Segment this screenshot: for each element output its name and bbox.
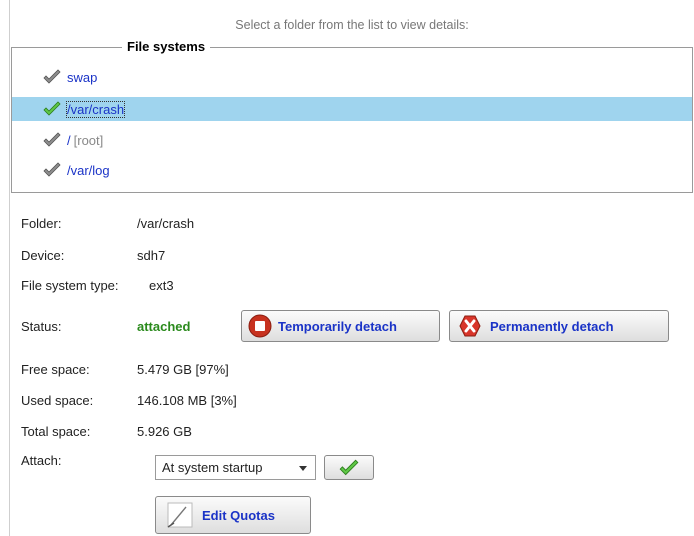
filesystem-label: / xyxy=(67,132,71,148)
chevron-down-icon xyxy=(299,466,307,471)
checkmark-icon xyxy=(43,101,61,116)
status-value: attached xyxy=(137,319,191,334)
fstype-row: File system type: ext3 xyxy=(21,278,174,293)
device-value: sdh7 xyxy=(137,248,166,263)
attach-label: Attach: xyxy=(21,453,62,468)
checkmark-icon xyxy=(43,162,61,177)
filesystems-legend: File systems xyxy=(122,39,211,54)
instruction-text: Select a folder from the list to view de… xyxy=(235,18,469,32)
edit-quotas-label: Edit Quotas xyxy=(202,507,275,523)
filesystems-panel: File systems swap /var/crash / [root] /v… xyxy=(11,39,693,193)
attach-mode-value: At system startup xyxy=(162,460,263,475)
filesystem-label: /var/crash xyxy=(65,100,126,118)
folder-row: Folder: /var/crash xyxy=(21,216,194,231)
attach-mode-select[interactable]: At system startup xyxy=(155,455,316,480)
filesystem-item-swap[interactable]: swap xyxy=(12,65,692,89)
checkmark-icon xyxy=(43,69,61,84)
filesystem-item-root[interactable]: / [root] xyxy=(12,128,692,152)
total-space-label: Total space: xyxy=(21,424,91,439)
filesystem-item-var-crash[interactable]: /var/crash xyxy=(12,97,692,121)
left-divider xyxy=(9,0,10,536)
total-space-value: 5.926 GB xyxy=(137,424,192,439)
filesystem-suffix: [root] xyxy=(73,132,104,148)
attach-row: Attach: xyxy=(21,453,137,468)
status-label: Status: xyxy=(21,319,62,334)
used-space-row: Used space: 146.108 MB [3%] xyxy=(21,393,237,408)
status-row: Status: attached xyxy=(21,319,221,334)
device-row: Device: sdh7 xyxy=(21,248,165,263)
total-space-row: Total space: 5.926 GB xyxy=(21,424,192,439)
permanently-detach-button[interactable]: Permanently detach xyxy=(449,310,669,342)
filesystem-label: /var/log xyxy=(67,162,110,178)
apply-attach-button[interactable] xyxy=(324,455,374,480)
filesystem-item-var-log[interactable]: /var/log xyxy=(12,158,692,182)
folder-value: /var/crash xyxy=(137,216,195,231)
used-space-value: 146.108 MB [3%] xyxy=(137,393,237,408)
remove-icon xyxy=(459,315,481,337)
edit-quotas-button[interactable]: Edit Quotas xyxy=(155,496,311,534)
permanently-detach-label: Permanently detach xyxy=(490,318,614,334)
folder-label: Folder: xyxy=(21,216,62,231)
pencil-icon xyxy=(167,502,193,528)
fstype-label: File system type: xyxy=(21,278,119,293)
free-space-label: Free space: xyxy=(21,362,90,377)
checkmark-icon xyxy=(43,132,61,147)
checkmark-icon xyxy=(339,459,359,475)
free-space-value: 5.479 GB [97%] xyxy=(137,362,229,377)
used-space-label: Used space: xyxy=(21,393,94,408)
temporarily-detach-label: Temporarily detach xyxy=(278,318,397,334)
device-label: Device: xyxy=(21,248,65,263)
filesystem-label: swap xyxy=(67,69,98,85)
temporarily-detach-button[interactable]: Temporarily detach xyxy=(241,310,440,342)
free-space-row: Free space: 5.479 GB [97%] xyxy=(21,362,229,377)
fstype-value: ext3 xyxy=(149,278,174,293)
stop-icon xyxy=(248,314,272,338)
